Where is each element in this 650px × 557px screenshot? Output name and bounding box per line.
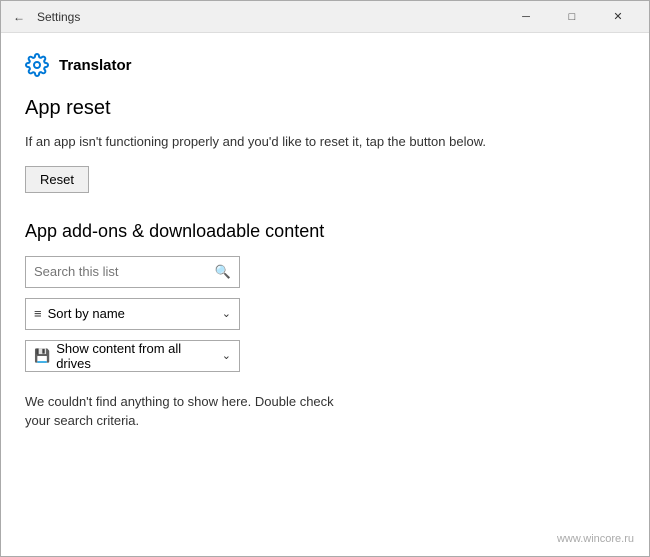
minimize-button[interactable]: ─ xyxy=(503,1,549,33)
gear-icon xyxy=(25,53,49,77)
titlebar: ← Settings ─ □ ✕ xyxy=(1,1,649,33)
filter-label: Show content from all drives xyxy=(56,341,216,371)
search-icon: 🔍 xyxy=(215,264,231,280)
maximize-button[interactable]: □ xyxy=(549,1,595,33)
reset-button[interactable]: Reset xyxy=(25,166,89,193)
drive-icon: 💾 xyxy=(34,348,50,364)
sort-dropdown[interactable]: ≡ Sort by name ⌄ xyxy=(25,298,240,330)
addons-heading: App add-ons & downloadable content xyxy=(25,221,625,242)
filter-chevron-icon: ⌄ xyxy=(222,349,231,362)
sort-label: Sort by name xyxy=(48,306,216,321)
main-panel: Translator App reset If an app isn't fun… xyxy=(1,33,649,556)
search-box[interactable]: 🔍 xyxy=(25,256,240,288)
search-input[interactable] xyxy=(34,264,215,279)
close-button[interactable]: ✕ xyxy=(595,1,641,33)
sort-icon: ≡ xyxy=(34,306,42,321)
sort-chevron-icon: ⌄ xyxy=(222,307,231,320)
app-reset-heading: App reset xyxy=(25,97,625,120)
titlebar-title: Settings xyxy=(37,10,503,24)
empty-message: We couldn't find anything to show here. … xyxy=(25,392,345,431)
content-area: Translator App reset If an app isn't fun… xyxy=(1,33,649,556)
back-button[interactable]: ← xyxy=(9,7,29,27)
watermark: www.wincore.ru xyxy=(557,533,634,545)
app-header: Translator xyxy=(25,53,625,77)
app-name: Translator xyxy=(59,57,132,74)
app-reset-description: If an app isn't functioning properly and… xyxy=(25,132,625,152)
window-controls: ─ □ ✕ xyxy=(503,1,641,33)
filter-dropdown[interactable]: 💾 Show content from all drives ⌄ xyxy=(25,340,240,372)
